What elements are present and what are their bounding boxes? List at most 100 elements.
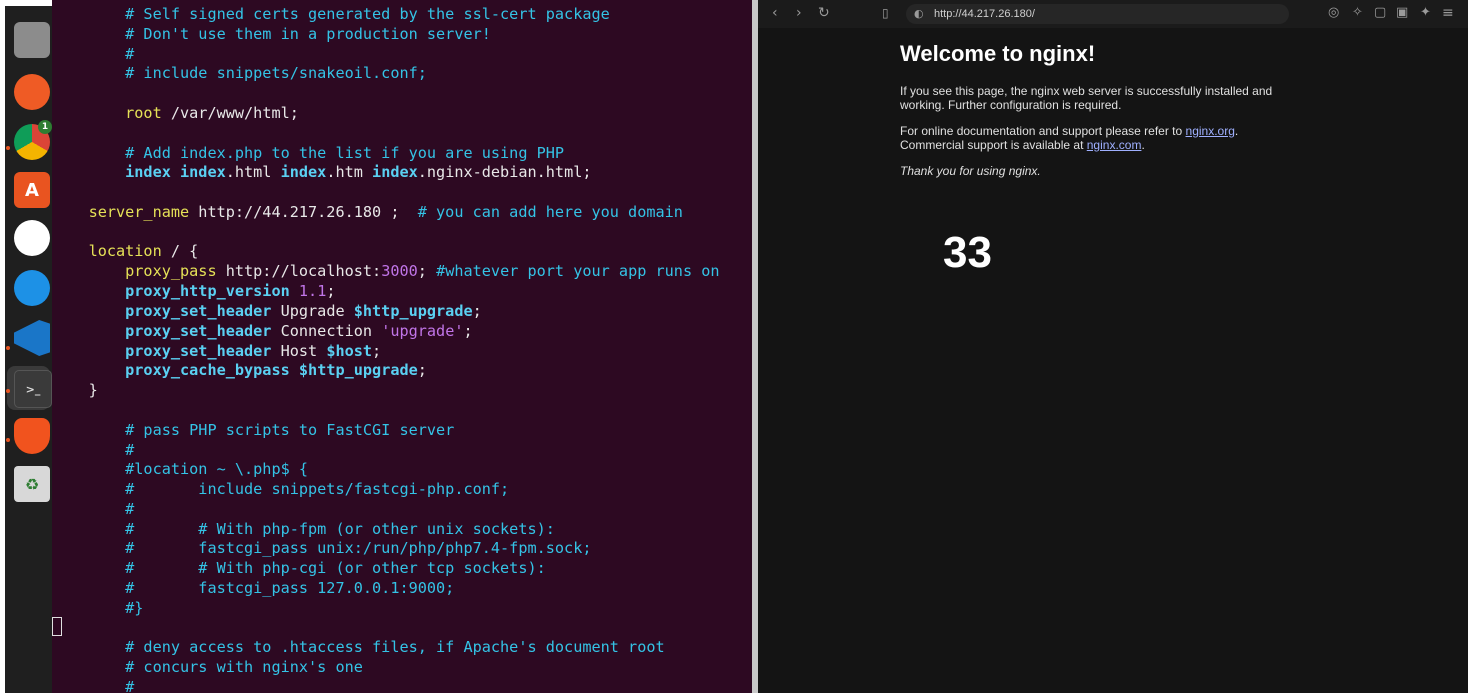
code-token: # fastcgi_pass unix:/run/php/php7.4-fpm.… — [52, 539, 592, 557]
code-token: /var/www/html; — [161, 104, 299, 122]
brave-icon[interactable] — [14, 418, 50, 454]
wallet-icon[interactable]: ▣ — [1396, 3, 1408, 23]
code-token: # — [52, 441, 135, 459]
notification-badge: 1 — [38, 120, 52, 134]
code-line: # include snippets/fastcgi-php.conf; — [52, 479, 509, 499]
code-token: #whatever port your app runs on — [436, 262, 720, 280]
text-cursor — [52, 617, 62, 636]
terminal-icon[interactable]: >_ — [14, 370, 52, 408]
forward-icon[interactable]: › — [796, 3, 802, 23]
nginx-welcome-page: Welcome to nginx! If you see this page, … — [900, 40, 1320, 178]
nginx-org-link[interactable]: nginx.org — [1186, 124, 1235, 138]
extension-icon[interactable]: ◎ — [1328, 3, 1339, 23]
code-token: proxy_cache_bypass — [52, 361, 290, 379]
code-token: proxy_set_header — [52, 342, 272, 360]
code-token: # — [52, 45, 135, 63]
code-line: # — [52, 44, 134, 64]
menu-icon[interactable]: ≡ — [1442, 3, 1454, 23]
code-token: # fastcgi_pass 127.0.0.1:9000; — [52, 579, 455, 597]
reload-icon[interactable]: ↻ — [818, 3, 830, 23]
code-line: proxy_pass http://localhost:3000; #whate… — [52, 261, 720, 281]
sidebar-icon[interactable]: ▢ — [1374, 3, 1386, 23]
code-token: # include snippets/fastcgi-php.conf; — [52, 480, 510, 498]
code-token: # you can add here you domain — [417, 203, 683, 221]
commercial-period: . — [1141, 138, 1145, 152]
code-line: # Self signed certs generated by the ssl… — [52, 4, 610, 24]
chrome-icon[interactable]: 1 — [14, 120, 52, 160]
code-token: #location ~ \.php$ { — [52, 460, 309, 478]
site-info-icon[interactable]: ◐ — [914, 4, 924, 24]
code-token: 3000 — [381, 262, 418, 280]
code-line: #} — [52, 598, 143, 618]
code-token: ; — [463, 322, 473, 340]
code-token: 1.1 — [298, 282, 327, 300]
docs-paragraph: For online documentation and support ple… — [900, 124, 1320, 152]
address-bar[interactable]: ◐ http://44.217.26.180/ — [906, 4, 1289, 24]
code-token: # — [52, 678, 135, 693]
code-token: $http_upgrade — [298, 361, 418, 379]
code-token: proxy_http_version — [52, 282, 290, 300]
terminal-editor[interactable]: # Self signed certs generated by the ssl… — [52, 0, 752, 693]
commercial-text: Commercial support is available at — [900, 138, 1087, 152]
running-indicator — [6, 146, 10, 150]
postman-icon[interactable] — [14, 74, 50, 110]
code-token: # concurs with nginx's one — [52, 658, 363, 676]
browser-window: ‹ › ↻ ▯ ◐ http://44.217.26.180/ ◎ ✧ ▢ ▣ … — [758, 0, 1468, 693]
puzzle-icon[interactable]: ✧ — [1352, 3, 1363, 23]
code-token: ; — [372, 342, 382, 360]
mongodb-compass-icon[interactable] — [14, 220, 50, 256]
code-token: ; — [417, 361, 427, 379]
code-line: # Don't use them in a production server! — [52, 24, 491, 44]
thanks-paragraph: Thank you for using nginx. — [900, 164, 1320, 178]
trash-icon[interactable]: ♻ — [14, 466, 50, 502]
code-line: # fastcgi_pass unix:/run/php/php7.4-fpm.… — [52, 538, 591, 558]
code-line: # concurs with nginx's one — [52, 657, 363, 677]
code-token: #} — [52, 599, 144, 617]
files-icon[interactable] — [14, 22, 50, 58]
docker-icon[interactable] — [14, 270, 50, 306]
leo-icon[interactable]: ✦ — [1420, 3, 1431, 23]
running-indicator — [6, 438, 10, 442]
code-line: # — [52, 440, 134, 460]
code-token: root — [52, 104, 162, 122]
code-token: Host — [271, 342, 327, 360]
docs-text: For online documentation and support ple… — [900, 124, 1186, 138]
intro-paragraph: If you see this page, the nginx web serv… — [900, 84, 1273, 112]
code-token: # — [52, 500, 135, 518]
code-line: # pass PHP scripts to FastCGI server — [52, 420, 454, 440]
code-token: index index — [52, 163, 226, 181]
code-token: # pass PHP scripts to FastCGI server — [52, 421, 455, 439]
code-token: } — [52, 381, 98, 399]
code-token: Connection — [271, 322, 382, 340]
url-text[interactable]: http://44.217.26.180/ — [934, 4, 1035, 24]
bookmark-icon[interactable]: ▯ — [882, 3, 889, 23]
code-token: index — [372, 163, 418, 181]
app-center-icon[interactable]: A — [14, 172, 50, 208]
code-token: location — [52, 242, 162, 260]
code-line: index index.html index.htm index.nginx-d… — [52, 162, 592, 182]
code-token: index — [280, 163, 327, 181]
right-margin — [1468, 0, 1478, 693]
code-token: http://44.217.26.180 ; — [189, 203, 418, 221]
code-token: # Don't use them in a production server! — [52, 25, 491, 43]
running-indicator — [6, 389, 10, 393]
code-token: .nginx-debian.html; — [417, 163, 592, 181]
code-line: # Add index.php to the list if you are u… — [52, 143, 564, 163]
vscode-icon[interactable] — [14, 320, 50, 356]
back-icon[interactable]: ‹ — [772, 3, 778, 23]
running-indicator — [6, 346, 10, 350]
code-line: proxy_set_header Upgrade $http_upgrade; — [52, 301, 482, 321]
code-line: proxy_set_header Connection 'upgrade'; — [52, 321, 473, 341]
code-token: ; — [472, 302, 482, 320]
code-line: location / { — [52, 241, 199, 261]
code-token: # include snippets/snakeoil.conf; — [52, 64, 427, 82]
code-line: # fastcgi_pass 127.0.0.1:9000; — [52, 578, 454, 598]
code-token: # deny access to .htaccess files, if Apa… — [52, 638, 665, 656]
code-token: # Self signed certs generated by the ssl… — [52, 5, 610, 23]
code-token: proxy_set_header — [52, 302, 272, 320]
code-token: # # With php-fpm (or other unix sockets)… — [52, 520, 555, 538]
code-token: # # With php-cgi (or other tcp sockets): — [52, 559, 546, 577]
browser-toolbar: ‹ › ↻ ▯ ◐ http://44.217.26.180/ ◎ ✧ ▢ ▣ … — [758, 0, 1468, 28]
nginx-com-link[interactable]: nginx.com — [1087, 138, 1142, 152]
